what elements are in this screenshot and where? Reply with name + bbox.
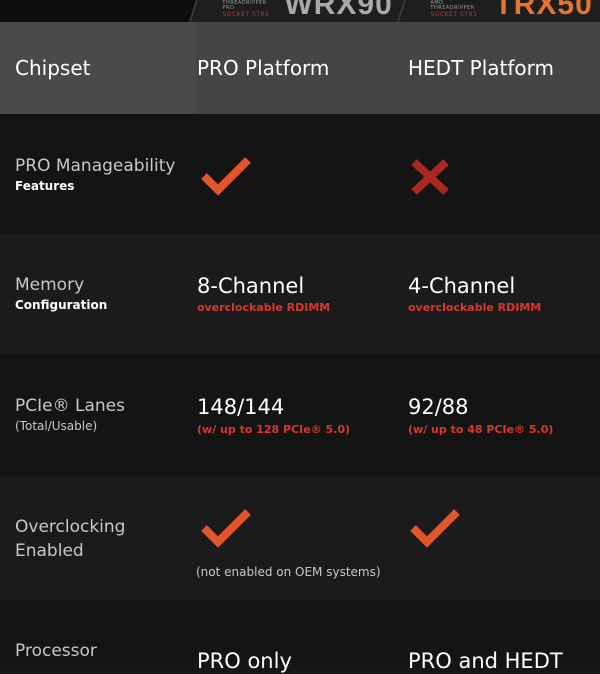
pro-pcie-value: 148/144 [197,395,285,419]
table-row-processor: Processor PRO only PRO and HEDT [0,600,600,673]
table-row-pro-manageability: PRO Manageability Features [0,114,600,234]
header-chipset-label: Chipset [15,56,91,80]
check-icon [201,157,251,196]
hedt-memory-sub: overclockable RDIMM [408,301,542,314]
trx50-socket-badge: AMD THREADRIPPER SOCKET sTR5 TRX50 [396,0,600,22]
hedt-pcie-value: 92/88 [408,395,469,419]
row-label: PCIe® Lanes [15,396,125,416]
badge-socket-text: SOCKET sTR5 [222,11,270,18]
pro-processor-value: PRO only [197,649,292,673]
header-hedt-platform: HEDT Platform [408,56,554,80]
hedt-memory-value: 4-Channel [408,274,516,298]
row-label: Memory [15,275,85,295]
row-label: Processor [15,641,97,661]
row-sublabel: Features [15,179,75,193]
table-header-row: Chipset PRO Platform HEDT Platform [0,22,600,114]
row-label: PRO Manageability [15,156,176,176]
wrx90-logo-text: WRX90 [284,0,393,21]
check-icon [201,509,251,548]
table-row-pcie-lanes: PCIe® Lanes (Total/Usable) 148/144 (w/ u… [0,354,600,476]
check-icon [410,509,460,548]
table-row-overclocking: Overclocking Enabled (not enabled on OEM… [0,476,600,600]
pro-memory-sub: overclockable RDIMM [197,301,331,314]
pro-memory-value: 8-Channel [197,274,305,298]
table-row-memory: Memory Configuration 8-Channel overclock… [0,234,600,354]
row-label-line1: Overclocking [15,517,126,537]
row-sublabel: (Total/Usable) [15,419,98,433]
hedt-processor-value: PRO and HEDT [408,649,563,673]
wrx90-socket-badge: THREADRIPPER PRO SOCKET sTR5 WRX90 [188,0,404,22]
row-sublabel: Configuration [15,298,108,312]
header-pro-platform: PRO Platform [197,56,330,80]
trx50-logo-text: TRX50 [494,0,593,21]
pro-overclocking-note: (not enabled on OEM systems) [196,565,381,579]
hedt-pcie-sub: (w/ up to 48 PCIe® 5.0) [408,423,554,436]
pro-pcie-sub: (w/ up to 128 PCIe® 5.0) [197,423,351,436]
badge-socket-text: SOCKET sTR5 [430,11,478,18]
row-label-line2: Enabled [15,541,84,561]
cross-icon [411,159,449,195]
